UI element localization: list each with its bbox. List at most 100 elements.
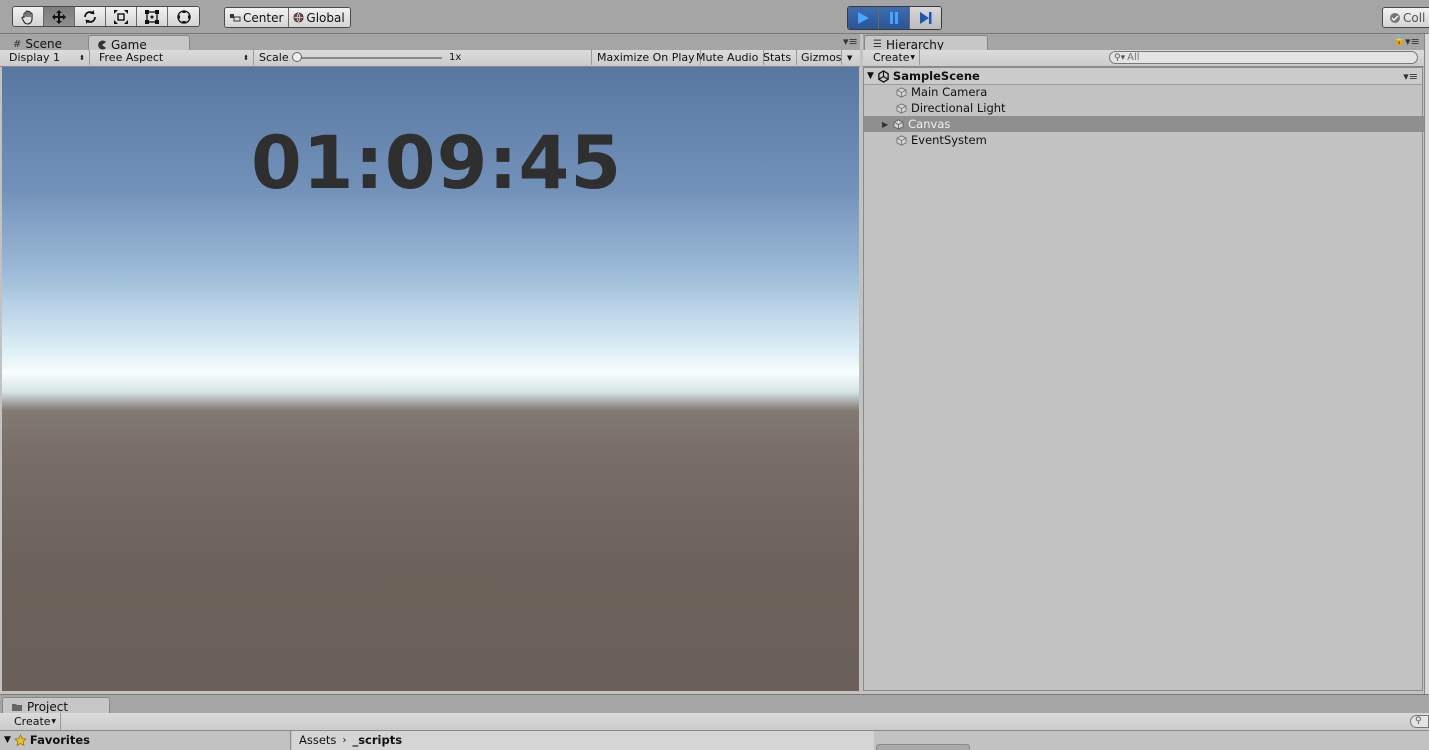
hierarchy-item-main-camera[interactable]: Main Camera	[864, 84, 1429, 100]
scale-label: Scale	[259, 51, 289, 64]
hierarchy-item-label: Directional Light	[911, 101, 1006, 115]
pivot-center-button[interactable]: Center	[225, 8, 290, 27]
space-global-button[interactable]: Global	[289, 8, 350, 27]
hierarchy-search-input[interactable]	[1125, 52, 1410, 63]
display-value: Display 1	[9, 51, 61, 64]
scale-icon	[114, 9, 128, 24]
folder-icon	[12, 703, 22, 711]
hierarchy-search[interactable]: ⚲▾	[1109, 51, 1418, 64]
mute-audio-toggle[interactable]: Mute Audio	[691, 50, 765, 65]
hierarchy-tabstrip: ☰ Hierarchy 🔒 ▾≡	[863, 34, 1424, 53]
rect-tool-button[interactable]	[137, 7, 168, 26]
mute-label: Mute Audio	[696, 51, 759, 64]
project-subtoolbar: Create ▼ ⚲	[0, 713, 1429, 731]
maximize-label: Maximize On Play	[597, 51, 695, 64]
transform-tools	[12, 6, 200, 27]
panel-menu-icon[interactable]: ▾≡	[843, 35, 858, 48]
cube-icon	[896, 86, 907, 98]
tab-project-label: Project	[27, 699, 69, 714]
list-icon: ☰	[873, 39, 882, 50]
cube-icon	[896, 102, 907, 114]
project-folder-tree: ▼ Favorites	[0, 731, 291, 750]
lock-icon[interactable]: 🔒	[1393, 35, 1405, 46]
inspector-tab[interactable]	[876, 744, 970, 750]
rect-transform-icon	[145, 9, 159, 24]
scene-header[interactable]: ▼ SampleScene ▾≡	[864, 68, 1422, 85]
display-select[interactable]: Display 1 ⬍	[4, 50, 90, 65]
search-icon: ⚲	[1415, 716, 1422, 726]
search-icon: ⚲▾	[1114, 52, 1126, 63]
space-label: Global	[306, 10, 345, 25]
main-toolbar: Center Global Coll	[0, 0, 1429, 34]
move-icon	[52, 9, 66, 24]
rotate-icon	[84, 9, 96, 24]
dropdown-arrow-icon: ▼	[51, 718, 56, 725]
step-button[interactable]	[910, 7, 941, 29]
move-tool-button[interactable]	[44, 7, 75, 26]
project-create-label: Create	[14, 715, 51, 728]
hierarchy-create-label: Create	[873, 51, 910, 64]
pivot-center-icon	[230, 13, 241, 21]
grid-icon: #	[13, 38, 22, 50]
expand-arrow-icon[interactable]: ▼	[867, 71, 874, 81]
project-search[interactable]: ⚲	[1410, 715, 1429, 728]
favorites-row[interactable]: ▼ Favorites	[4, 732, 90, 748]
breadcrumb-separator-icon: ›	[342, 734, 347, 746]
hierarchy-item-label: EventSystem	[911, 133, 987, 147]
stats-toggle[interactable]: Stats	[758, 50, 798, 65]
scale-slider-thumb[interactable]	[292, 52, 302, 62]
hierarchy-subtoolbar: Create ▼ ⚲▾	[863, 50, 1424, 67]
gizmos-label: Gizmos	[801, 51, 842, 64]
game-tabstrip: # Scene Game ▾≡	[0, 34, 860, 53]
collab-button[interactable]: Coll	[1382, 7, 1429, 28]
expand-arrow-icon[interactable]: ▼	[4, 735, 11, 745]
dropdown-arrow-icon: ▼	[910, 54, 915, 61]
breadcrumb-scripts[interactable]: _scripts	[352, 733, 402, 747]
updown-arrow-icon: ⬍	[79, 53, 85, 62]
play-controls	[847, 6, 942, 30]
checkmark-icon	[1390, 12, 1400, 23]
timer-text: 01:09:45	[251, 121, 623, 206]
hand-icon	[21, 9, 33, 25]
aspect-select[interactable]: Free Aspect ⬍	[94, 50, 254, 65]
scene-name: SampleScene	[892, 69, 980, 83]
cube-icon	[893, 118, 904, 130]
scale-tool-button[interactable]	[106, 7, 137, 26]
gizmos-toggle[interactable]: Gizmos	[796, 50, 842, 65]
pause-icon	[890, 12, 898, 24]
play-icon	[858, 12, 869, 24]
maximize-on-play-toggle[interactable]: Maximize On Play	[592, 50, 701, 65]
aspect-value: Free Aspect	[99, 51, 164, 64]
transform-tool-button[interactable]	[168, 7, 199, 26]
game-view[interactable]: 01:09:45	[2, 67, 859, 691]
scale-slider-track[interactable]	[294, 57, 442, 59]
hierarchy-item-directional-light[interactable]: Directional Light	[864, 100, 1429, 116]
rotate-tool-button[interactable]	[75, 7, 106, 26]
project-tabstrip: Project	[0, 694, 1429, 715]
collab-label: Coll	[1403, 10, 1426, 25]
project-assets-area: Assets › _scripts	[292, 731, 874, 750]
hierarchy-item-label: Canvas	[908, 117, 951, 131]
game-subtoolbar: Display 1 ⬍ Free Aspect ⬍ Scale 1x Maxim…	[0, 50, 860, 67]
globe-icon	[293, 12, 304, 23]
gizmos-dropdown-icon[interactable]: ▼	[842, 50, 856, 65]
project-create-button[interactable]: Create ▼	[9, 713, 61, 730]
breadcrumb-assets[interactable]: Assets	[299, 733, 336, 747]
pivot-label: Center	[243, 10, 284, 25]
hierarchy-item-canvas[interactable]: ▶ Canvas	[864, 116, 1429, 132]
hierarchy-panel: ▼ SampleScene ▾≡ Main Camera Directional…	[863, 67, 1429, 691]
right-edge-scrollbar[interactable]	[1424, 34, 1429, 694]
hand-tool-button[interactable]	[13, 7, 44, 26]
panel-menu-icon[interactable]: ▾≡	[1405, 35, 1420, 48]
unity-logo-icon	[878, 69, 889, 83]
hierarchy-create-button[interactable]: Create ▼	[868, 50, 920, 65]
scene-menu-icon[interactable]: ▾≡	[1403, 70, 1418, 83]
pacman-icon	[98, 40, 106, 49]
hierarchy-item-label: Main Camera	[911, 85, 988, 99]
pause-button[interactable]	[879, 7, 910, 29]
breadcrumb: Assets › _scripts	[299, 732, 402, 748]
hierarchy-item-eventsystem[interactable]: EventSystem	[864, 132, 1429, 148]
expand-arrow-icon[interactable]: ▶	[882, 120, 888, 129]
play-button[interactable]	[848, 7, 879, 29]
step-icon	[919, 12, 931, 24]
